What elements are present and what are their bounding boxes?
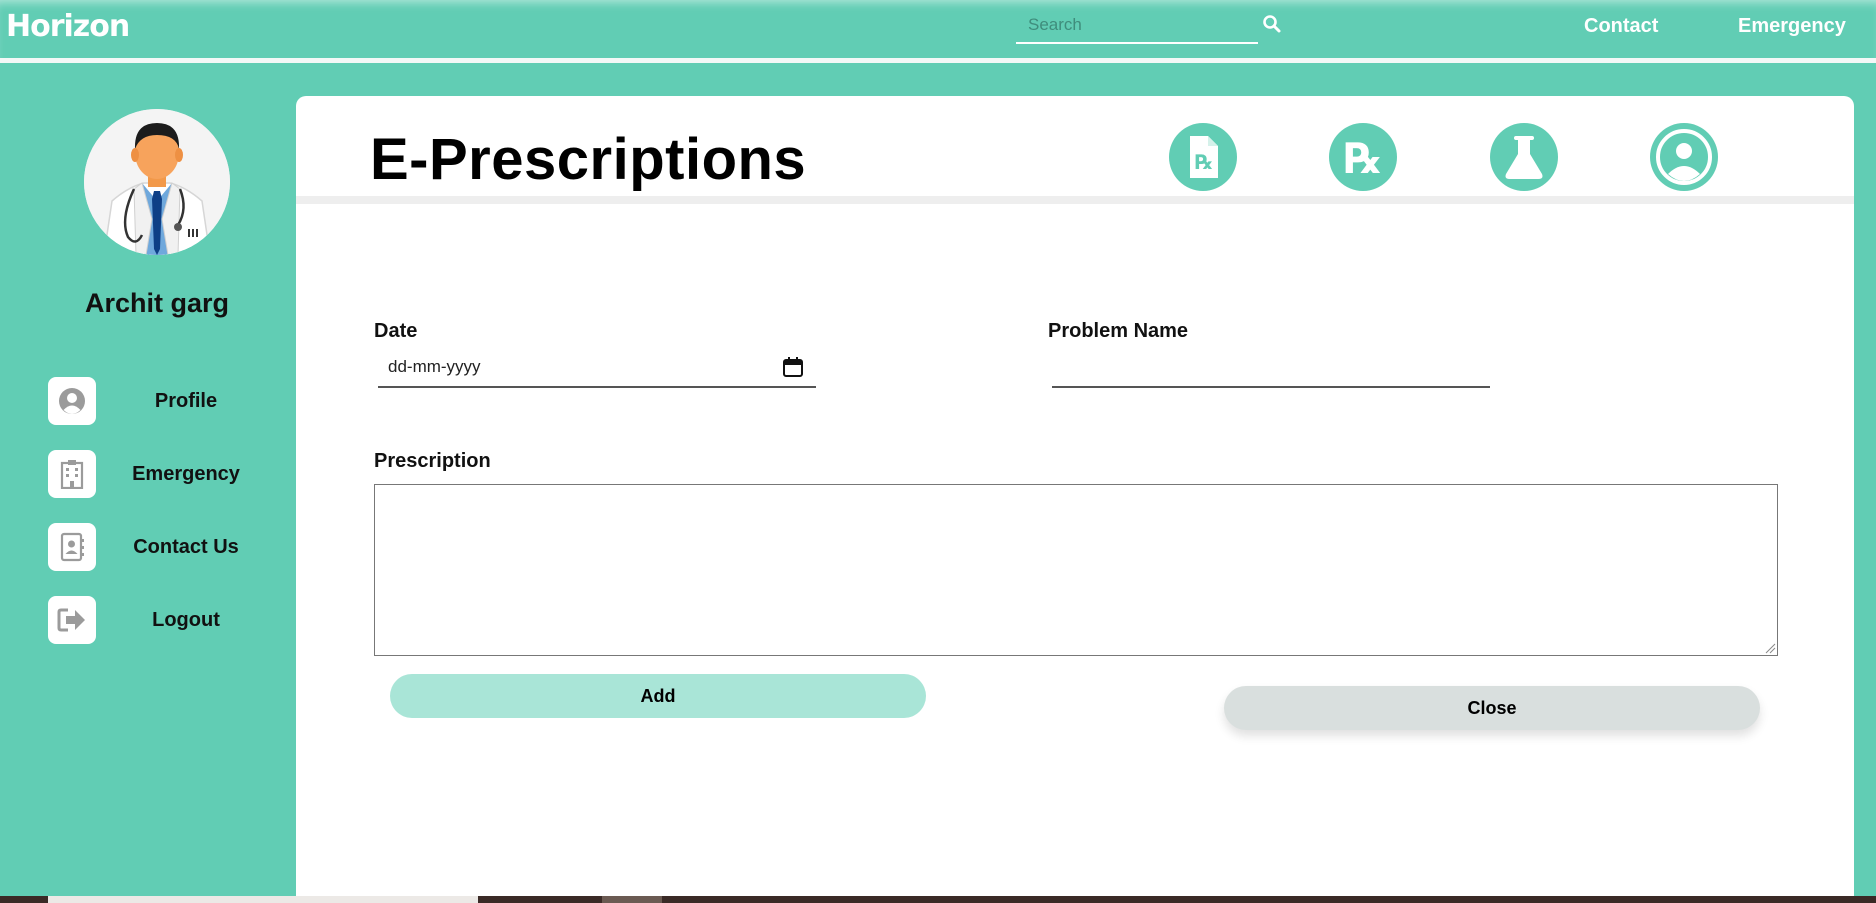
hospital-building-icon — [60, 460, 84, 489]
calendar-icon[interactable] — [782, 356, 804, 378]
svg-text:℞: ℞ — [1195, 150, 1213, 174]
doctor-avatar-icon — [84, 109, 230, 255]
date-placeholder: dd-mm-yyyy — [388, 357, 481, 376]
page-title: E-Prescriptions — [370, 127, 807, 192]
sidebar-item-logout[interactable]: Logout — [48, 596, 288, 646]
date-label: Date — [374, 320, 418, 342]
avatar — [84, 109, 230, 255]
topbar-divider — [0, 58, 1876, 63]
top-navbar: Horizon Contact Emergency — [0, 0, 1876, 58]
nav-contact-link[interactable]: Contact — [1584, 15, 1658, 38]
rx-icon[interactable]: ℞ — [1328, 122, 1398, 192]
sidebar-icon-box — [48, 596, 96, 644]
contact-book-icon — [60, 532, 84, 562]
search-input[interactable] — [1016, 10, 1258, 40]
search-box — [1016, 10, 1258, 44]
sidebar-item-label: Logout — [152, 609, 220, 631]
svg-text:℞: ℞ — [1344, 134, 1382, 183]
background-page-strip — [0, 896, 1876, 903]
sidebar-item-emergency[interactable]: Emergency — [48, 450, 288, 500]
sidebar-item-label: Contact Us — [133, 536, 239, 558]
resize-grip-icon[interactable] — [1764, 642, 1776, 654]
prescription-document-icon[interactable]: ℞ — [1168, 122, 1238, 192]
lab-flask-icon[interactable] — [1489, 122, 1559, 192]
sidebar-icon-box — [48, 450, 96, 498]
logout-icon — [57, 608, 85, 632]
search-icon[interactable] — [1262, 14, 1282, 34]
user-name: Archit garg — [84, 288, 230, 318]
user-circle-icon — [59, 388, 85, 414]
header-divider — [296, 196, 1854, 204]
sidebar-icon-box — [48, 523, 96, 571]
date-input[interactable]: dd-mm-yyyy — [378, 348, 816, 388]
prescription-textarea[interactable] — [374, 484, 1778, 656]
sidebar-icon-box — [48, 377, 96, 425]
add-button[interactable]: Add — [390, 674, 926, 718]
main-card: E-Prescriptions ℞ ℞ Date dd-mm-yyyy Prob… — [296, 96, 1854, 903]
brand-logo[interactable]: Horizon — [6, 9, 130, 44]
user-circle-icon[interactable] — [1649, 122, 1719, 192]
sidebar-item-contact-us[interactable]: Contact Us — [48, 523, 288, 573]
sidebar-item-label: Emergency — [132, 463, 240, 485]
problem-name-label: Problem Name — [1048, 320, 1189, 342]
nav-emergency-link[interactable]: Emergency — [1738, 15, 1846, 38]
close-button[interactable]: Close — [1224, 686, 1760, 730]
sidebar-item-profile[interactable]: Profile — [48, 377, 288, 427]
prescription-label: Prescription — [374, 450, 491, 472]
sidebar-item-label: Profile — [154, 390, 218, 412]
problem-name-input[interactable] — [1052, 348, 1490, 388]
